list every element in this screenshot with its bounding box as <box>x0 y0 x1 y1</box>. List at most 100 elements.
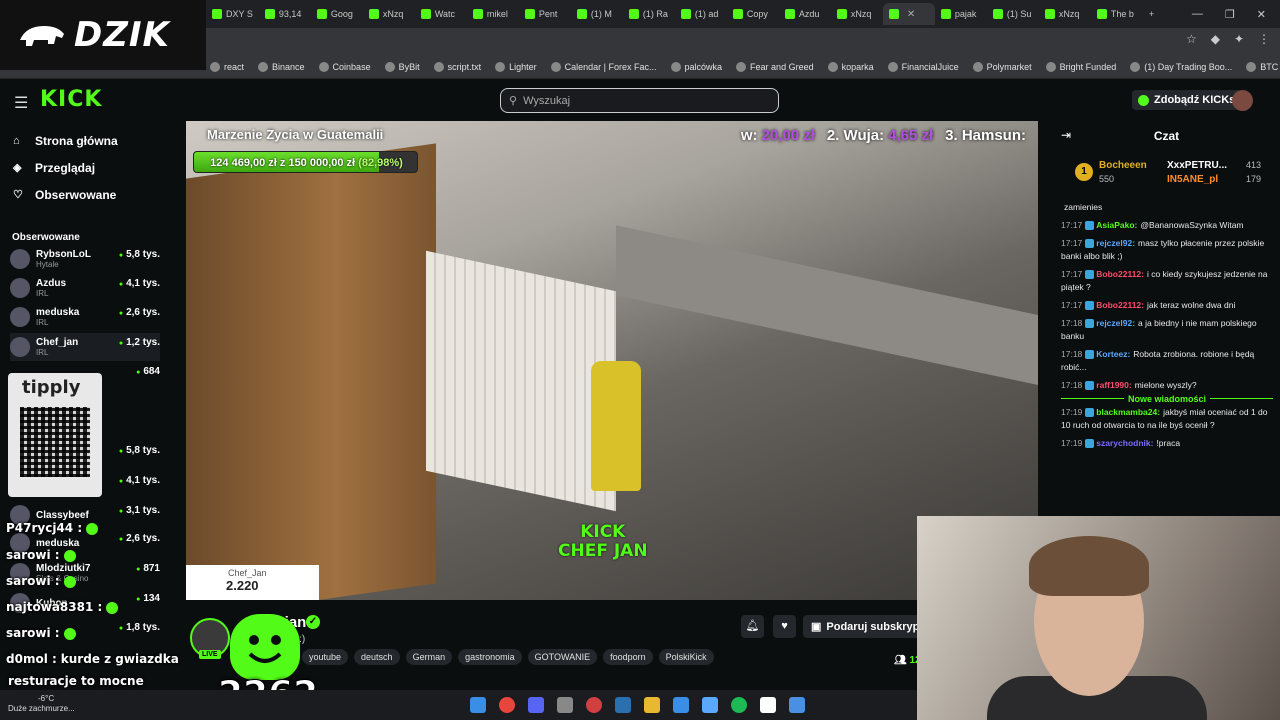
app-icon[interactable] <box>673 697 689 713</box>
bookmark-item[interactable]: Coinbase <box>318 61 371 72</box>
browser-tab[interactable]: mikel <box>467 3 519 25</box>
browser-tab[interactable]: ✕ <box>882 3 935 25</box>
browser-tab[interactable]: Pent <box>519 3 571 25</box>
followed-channel[interactable]: Chef_janIRL 1,2 tys. <box>10 333 160 361</box>
notification-bell-button[interactable]: 🔔︎ <box>741 615 764 638</box>
folder-icon[interactable] <box>644 697 660 713</box>
leaderboard-name-3[interactable]: IN5ANE_pl <box>1167 174 1218 185</box>
stream-tag[interactable]: German <box>405 649 453 665</box>
browser-tab[interactable]: pajak <box>935 3 987 25</box>
steam-icon[interactable] <box>615 697 631 713</box>
weather-widget[interactable]: -6°C Duże zachmurze... <box>8 694 75 714</box>
bookmark-item[interactable]: react <box>210 61 244 72</box>
followed-channel[interactable]: RybsonLoLHytale 5,8 tys. <box>10 245 160 273</box>
ticker-message: sarowi : <box>6 574 80 588</box>
spotify-icon[interactable] <box>731 697 747 713</box>
start-menu-icon[interactable] <box>470 697 486 713</box>
browser-tab[interactable]: (1) Ra <box>623 3 675 25</box>
leaderboard-name-2[interactable]: XxxPETRU... <box>1167 160 1227 171</box>
channel-avatar <box>10 337 30 357</box>
hamburger-menu-icon[interactable]: ☰ <box>14 93 28 113</box>
follow-heart-button[interactable]: ♥ <box>773 615 796 638</box>
chat-username[interactable]: raff1990: <box>1096 380 1131 390</box>
browser-tab[interactable]: xNzq <box>363 3 415 25</box>
chat-username[interactable]: Korteez: <box>1096 349 1130 359</box>
browser-tab[interactable]: (1) Su <box>987 3 1039 25</box>
sidebar-nav-item[interactable]: ⌂ Strona główna <box>0 127 170 154</box>
ticker-message: resturacje to mocne <box>4 674 144 688</box>
app-icon[interactable] <box>702 697 718 713</box>
video-player[interactable]: Marzenie Zycia w Guatemalii 124 469,00 z… <box>186 121 1038 600</box>
bookmark-item[interactable]: palcówka <box>670 61 722 72</box>
chat-username[interactable]: Bobo22112: <box>1096 269 1144 279</box>
followed-channel[interactable]: meduskaIRL 2,6 tys. <box>10 303 160 331</box>
bookmark-item[interactable]: BTC Elliot wave <box>1246 61 1280 72</box>
maximize-icon[interactable]: ❐ <box>1225 8 1235 21</box>
user-avatar[interactable] <box>1232 90 1253 111</box>
sidebar-nav-item[interactable]: ♡ Obserwowane <box>0 181 170 208</box>
browser-tab[interactable]: 93,14 <box>259 3 311 25</box>
stream-tag[interactable]: PolskiKick <box>658 649 714 665</box>
followed-channel[interactable]: AzdusIRL 4,1 tys. <box>10 274 160 302</box>
browser-tab[interactable]: (1) ad <box>675 3 727 25</box>
app-icon[interactable] <box>586 697 602 713</box>
tab-favicon-icon <box>680 9 691 19</box>
new-tab-icon[interactable]: + <box>1143 3 1195 25</box>
browser-tab[interactable]: (1) M <box>571 3 623 25</box>
stream-tag[interactable]: foodporn <box>603 649 653 665</box>
chat-username[interactable]: blackmamba24: <box>1096 407 1160 417</box>
notepad-icon[interactable] <box>789 697 805 713</box>
discord-icon[interactable] <box>528 697 544 713</box>
app-icon[interactable] <box>760 697 776 713</box>
chat-username[interactable]: Bobo22112: <box>1096 300 1144 310</box>
bookmark-item[interactable]: ByBit <box>384 61 420 72</box>
browser-tab[interactable]: xNzq <box>1039 3 1091 25</box>
stream-overlay-logo: DZIK <box>0 0 206 70</box>
leaderboard-name-1[interactable]: Bocheeen <box>1099 160 1147 171</box>
bookmark-item[interactable]: Calendar | Forex Fac... <box>550 61 657 72</box>
chat-username[interactable]: AsiaPako: <box>1096 220 1137 230</box>
sidebar-nav-item[interactable]: ◈ Przeglądaj <box>0 154 170 181</box>
chat-username[interactable]: szarychodnik: <box>1096 438 1153 448</box>
channel-viewers: 134 <box>136 593 160 604</box>
channel-name: Mlodziutki7 <box>36 563 91 574</box>
browser-tab[interactable]: xNzq <box>831 3 883 25</box>
close-tab-icon[interactable]: ✕ <box>907 9 915 20</box>
chrome-icon[interactable] <box>499 697 515 713</box>
stream-tag[interactable]: gastronomia <box>458 649 522 665</box>
bookmark-item[interactable]: Binance <box>258 61 305 72</box>
gift-subscription-button[interactable]: ▣ Podaruj subskryp <box>803 615 923 638</box>
kick-logo[interactable]: KICK <box>40 87 102 112</box>
star-icon[interactable]: ☆ <box>1186 32 1197 46</box>
bookmark-item[interactable]: Polymarket <box>972 61 1032 72</box>
bookmark-item[interactable]: FinancialJuice <box>887 61 959 72</box>
browser-tab[interactable]: Watc <box>415 3 467 25</box>
stream-tag[interactable]: deutsch <box>354 649 400 665</box>
chat-username[interactable]: rejczel92: <box>1096 238 1135 248</box>
get-kicks-button[interactable]: Zdobądź KICKs <box>1132 90 1242 110</box>
browser-tab[interactable]: Azdu <box>779 3 831 25</box>
browser-tab[interactable]: DXY S <box>206 3 259 25</box>
browser-tab[interactable]: The b <box>1091 3 1143 25</box>
bookmark-item[interactable]: Fear and Greed <box>736 61 814 72</box>
menu-dots-icon[interactable]: ⋮ <box>1258 32 1270 46</box>
bookmark-item[interactable]: script.txt <box>433 61 481 72</box>
bookmark-item[interactable]: (1) Day Trading Boo... <box>1130 61 1232 72</box>
puzzle-icon[interactable]: ✦ <box>1234 32 1244 46</box>
stream-tag[interactable]: youtube <box>302 649 349 665</box>
bookmark-item[interactable]: Lighter <box>495 61 537 72</box>
browser-tab[interactable]: Copy <box>727 3 779 25</box>
tab-favicon-icon <box>940 9 951 19</box>
new-messages-divider[interactable]: Nowe wiadomości <box>1061 394 1273 404</box>
chat-username[interactable]: rejczel92: <box>1096 318 1135 328</box>
bookmark-item[interactable]: koparka <box>827 61 874 72</box>
window-controls: — ❐ ✕ <box>1192 0 1280 28</box>
browser-tab[interactable]: Goog <box>311 3 363 25</box>
stream-tag[interactable]: GOTOWANIE <box>527 649 598 665</box>
extension-icon[interactable]: ◆ <box>1211 32 1220 46</box>
search-input[interactable]: ⚲ Wyszukaj <box>500 88 779 113</box>
close-icon[interactable]: ✕ <box>1257 8 1266 21</box>
bookmark-item[interactable]: Bright Funded <box>1045 61 1116 72</box>
minimize-icon[interactable]: — <box>1192 8 1203 20</box>
app-icon[interactable] <box>557 697 573 713</box>
